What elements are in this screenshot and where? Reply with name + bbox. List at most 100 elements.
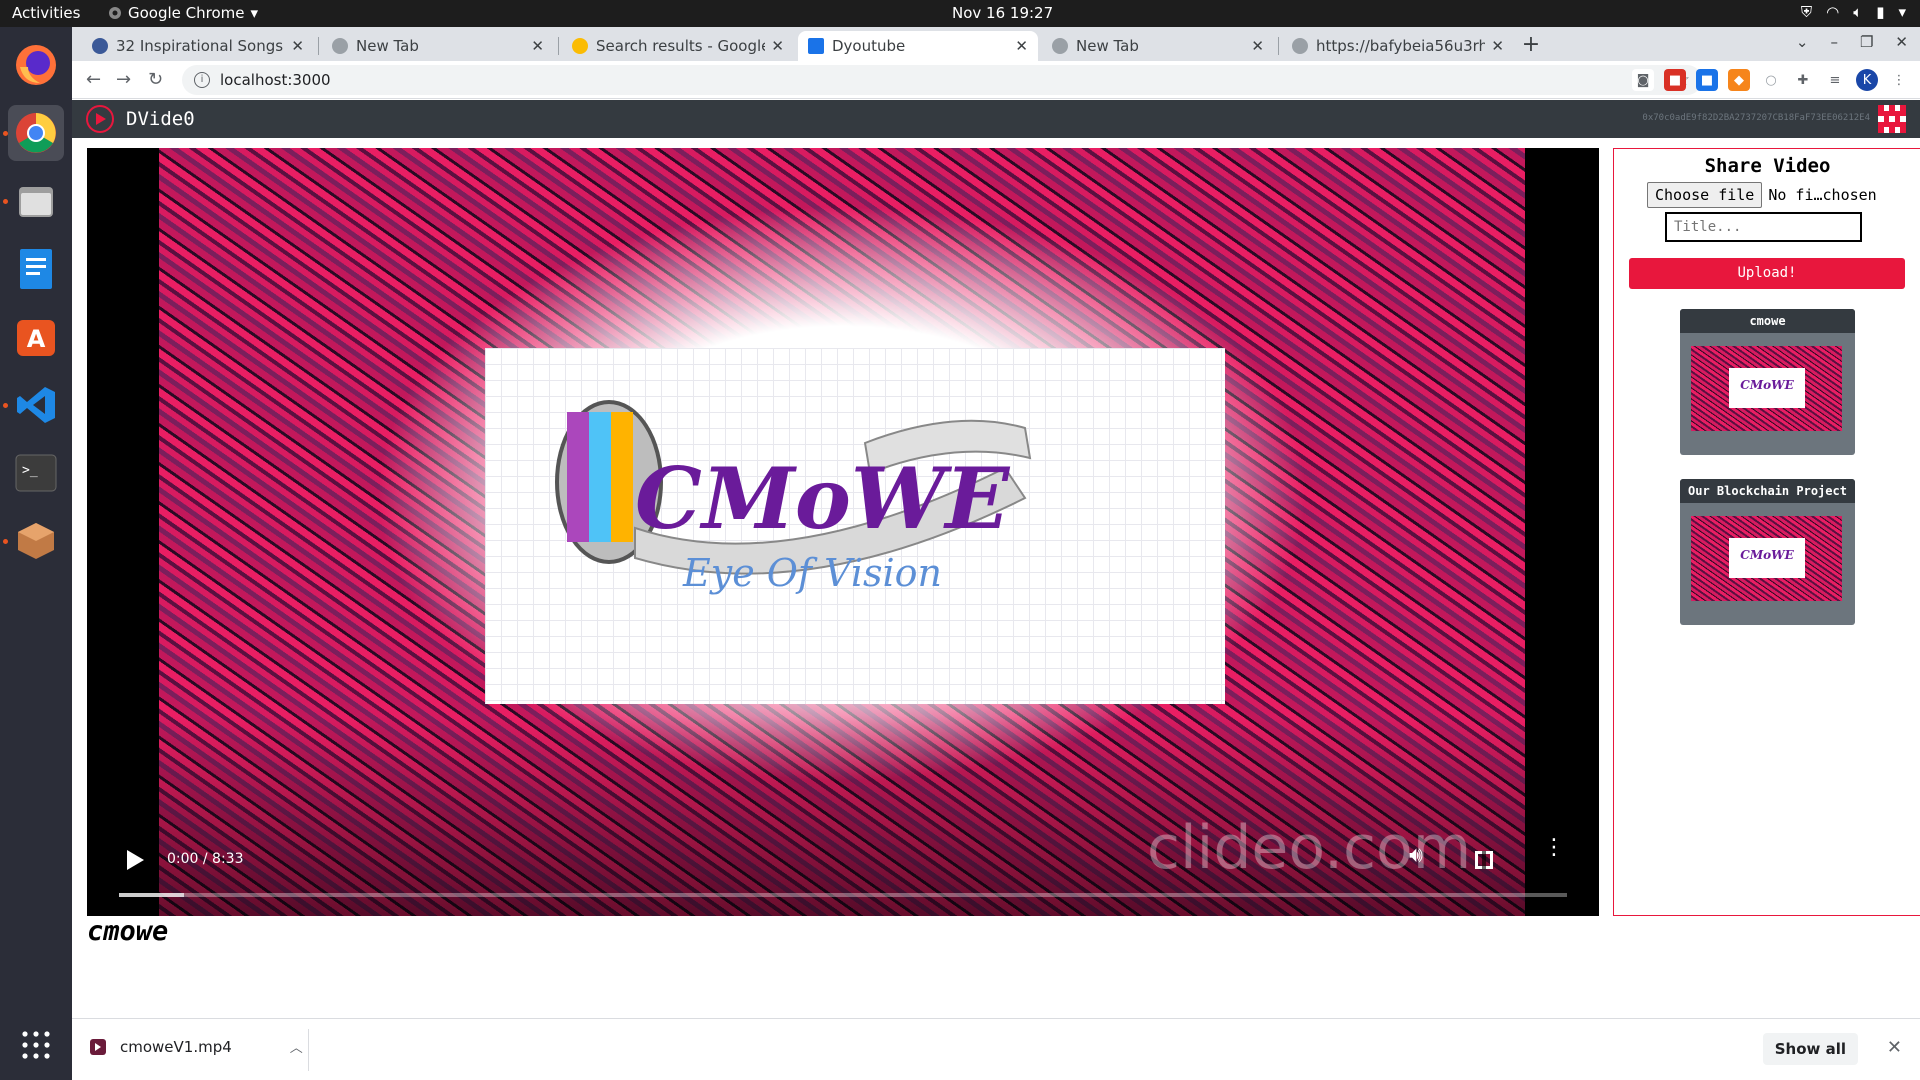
share-heading: Share Video <box>1704 155 1831 177</box>
video-thumbnail[interactable]: CMoWE <box>1691 516 1842 601</box>
shield-icon: ⛨ <box>1800 3 1813 21</box>
current-video-title: cmowe <box>87 916 169 947</box>
software-dock-item[interactable]: A <box>8 309 64 365</box>
choose-file-button[interactable]: Choose file <box>1647 182 1763 208</box>
more-options-icon[interactable]: ⋮ <box>1543 837 1565 859</box>
tab[interactable]: 32 Inspirational Songs tha ✕ <box>82 31 314 61</box>
battery-icon: ▮ <box>1876 3 1885 21</box>
brand[interactable]: DVide0 <box>86 105 195 133</box>
tab[interactable]: Search results - Google Dr ✕ <box>562 31 794 61</box>
svg-text:>_: >_ <box>22 463 38 478</box>
tab-title: https://bafybeia56u3rhz4 <box>1316 37 1486 55</box>
chrome-icon <box>16 113 56 153</box>
files-icon <box>19 187 53 217</box>
tab-close-icon[interactable]: ✕ <box>1015 37 1028 55</box>
profile-avatar[interactable]: K <box>1856 69 1878 91</box>
window-controls: ⌄ – ❐ ✕ <box>1796 33 1908 51</box>
back-icon[interactable]: ← <box>86 69 101 90</box>
vscode-dock-item[interactable] <box>8 377 64 433</box>
tab[interactable]: New Tab ✕ <box>1042 31 1274 61</box>
volume-icon[interactable]: 🔊︎ <box>1409 843 1423 868</box>
chrome-menu-icon[interactable]: ⋮ <box>1888 69 1910 91</box>
video-thumbnail[interactable]: CMoWE <box>1691 346 1842 431</box>
camera-icon[interactable]: ◙ <box>1632 69 1654 91</box>
firefox-dock-item[interactable] <box>8 37 64 93</box>
tab-close-icon[interactable]: ✕ <box>1251 37 1264 55</box>
seek-bar[interactable] <box>119 893 1567 897</box>
activities-button[interactable]: Activities <box>12 4 80 22</box>
site-info-icon[interactable]: i <box>194 72 210 88</box>
play-icon[interactable] <box>127 850 144 870</box>
dock: A >_ <box>0 27 72 1080</box>
close-window-icon[interactable]: ✕ <box>1895 33 1908 51</box>
software-center-icon: A <box>17 320 55 356</box>
video-card-title: cmowe <box>1680 309 1855 333</box>
close-shelf-icon[interactable]: ✕ <box>1887 1037 1902 1058</box>
maximize-icon[interactable]: ❐ <box>1860 33 1873 51</box>
extension-blue-icon[interactable]: ■ <box>1696 69 1718 91</box>
app-name: Google Chrome <box>128 4 245 22</box>
show-apps-dock-item[interactable] <box>8 1017 64 1073</box>
tab-favicon-icon <box>572 38 588 54</box>
tab-favicon-icon <box>332 38 348 54</box>
show-all-button[interactable]: Show all <box>1762 1033 1858 1065</box>
tab-title: New Tab <box>1076 37 1139 55</box>
upload-button[interactable]: Upload! <box>1629 258 1905 289</box>
chrome-dock-item[interactable] <box>8 105 64 161</box>
extension-red-icon[interactable]: ■ <box>1664 69 1686 91</box>
reload-icon[interactable]: ↻ <box>148 69 163 90</box>
thumbnail-logo-text: CMoWE <box>1740 378 1794 392</box>
new-tab-button[interactable]: + <box>1518 33 1544 59</box>
tab-active[interactable]: Dyoutube ✕ <box>798 31 1038 61</box>
extensions-puzzle-icon[interactable]: ✚ <box>1792 69 1814 91</box>
file-input[interactable]: Choose file No fi…chosen <box>1647 182 1877 208</box>
chevron-up-icon[interactable]: ︿ <box>290 1037 303 1056</box>
tab-close-icon[interactable]: ✕ <box>531 37 544 55</box>
system-tray[interactable]: ⛨ ◠ 🔈︎ ▮ ▾ <box>1801 3 1906 21</box>
url-text: localhost:3000 <box>220 71 331 89</box>
address-bar[interactable]: i localhost:3000 ☆ <box>182 65 1702 95</box>
app-menu[interactable]: Google Chrome ▾ <box>108 4 258 22</box>
file-status: No fi…chosen <box>1768 186 1877 204</box>
download-item[interactable]: cmoweV1.mp4 ︿ <box>90 1037 303 1056</box>
thumbnail-logo-text: CMoWE <box>1740 548 1794 562</box>
package-dock-item[interactable] <box>8 513 64 569</box>
caret-down-icon: ▾ <box>250 4 259 22</box>
minimize-icon[interactable]: – <box>1830 33 1838 51</box>
tab-favicon-icon <box>1052 38 1068 54</box>
package-icon <box>18 523 54 559</box>
clock[interactable]: Nov 16 19:27 <box>952 4 1053 22</box>
tab[interactable]: https://bafybeia56u3rhz4 ✕ <box>1282 31 1514 61</box>
video-logo-card: CMoWE Eye Of Vision <box>485 348 1225 704</box>
video-card[interactable]: cmowe CMoWE <box>1680 309 1855 455</box>
tab-close-icon[interactable]: ✕ <box>1491 37 1504 55</box>
app-navbar: DVide0 0x70c0adE9f82D2BA2737207CB18FaF73… <box>72 100 1920 138</box>
tab-close-icon[interactable]: ✕ <box>291 37 304 55</box>
terminal-dock-item[interactable]: >_ <box>8 445 64 501</box>
tab-title: New Tab <box>356 37 419 55</box>
writer-dock-item[interactable] <box>8 241 64 297</box>
fullscreen-icon[interactable] <box>1475 851 1493 869</box>
forward-icon[interactable]: → <box>116 69 131 90</box>
extension-grey-icon[interactable]: ○ <box>1760 69 1782 91</box>
title-input[interactable]: Title... <box>1665 212 1862 242</box>
video-card[interactable]: Our Blockchain Project CMoWE <box>1680 479 1855 625</box>
tab-search-icon[interactable]: ⌄ <box>1796 33 1809 51</box>
video-player[interactable]: CMoWE Eye Of Vision clideo.com 0:00 / 8:… <box>87 148 1599 916</box>
files-dock-item[interactable] <box>8 173 64 229</box>
logo-main-text: CMoWE <box>635 449 1010 548</box>
browser-toolbar: ← → ↻ i localhost:3000 ☆ ◙ ■ ■ ◆ ○ ✚ ≡ K… <box>72 61 1920 99</box>
metamask-icon[interactable]: ◆ <box>1728 69 1750 91</box>
account-identicon <box>1878 105 1906 133</box>
chrome-small-icon <box>109 7 121 19</box>
brand-name: DVide0 <box>126 108 195 130</box>
media-queue-icon[interactable]: ≡ <box>1824 69 1846 91</box>
tab-favicon-icon <box>1292 38 1308 54</box>
tab[interactable]: New Tab ✕ <box>322 31 554 61</box>
tab-title: Dyoutube <box>832 37 906 55</box>
firefox-icon <box>16 45 56 85</box>
tab-title: 32 Inspirational Songs tha <box>116 37 285 55</box>
writer-icon <box>20 249 52 289</box>
tab-close-icon[interactable]: ✕ <box>771 37 784 55</box>
video-card-title: Our Blockchain Project <box>1680 479 1855 503</box>
